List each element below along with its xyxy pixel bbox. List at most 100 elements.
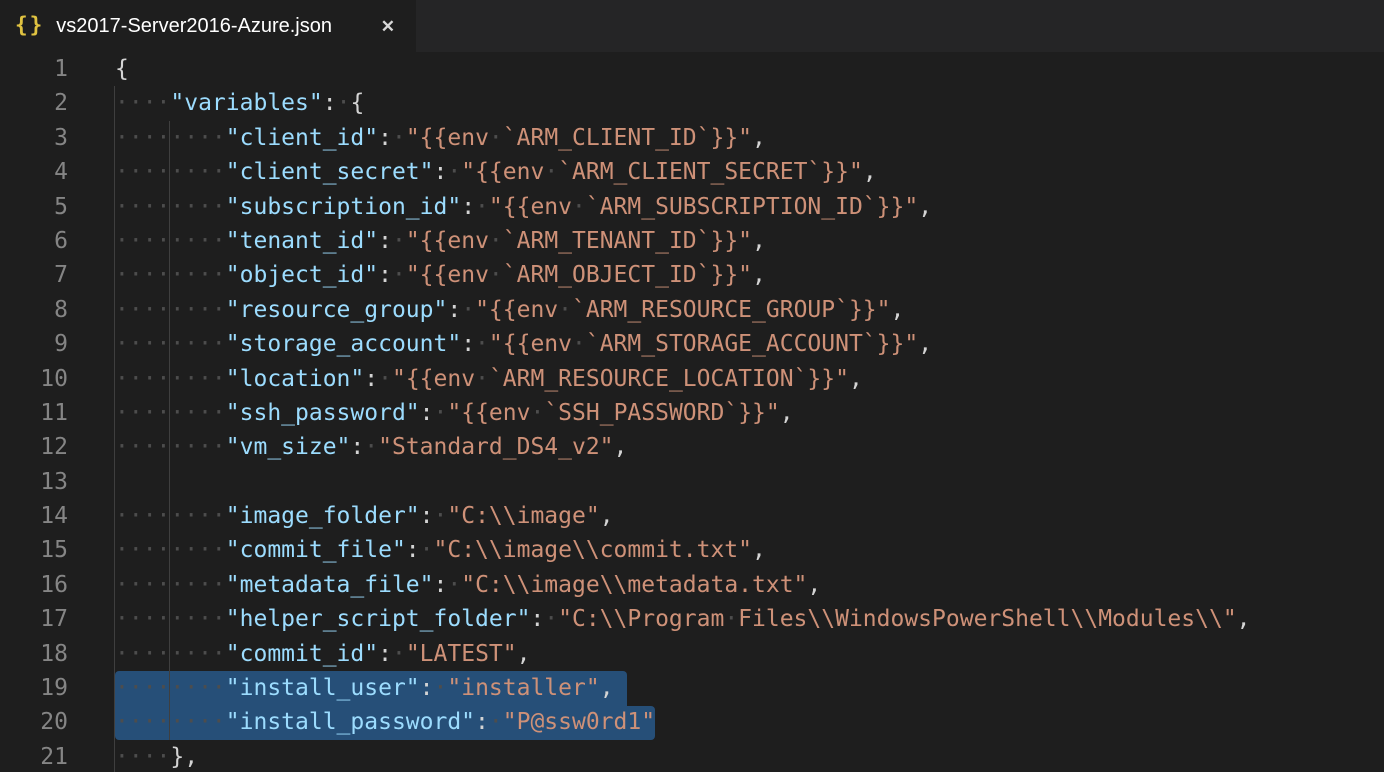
tab-filename: vs2017-Server2016-Azure.json <box>56 15 332 38</box>
line-number: 11 <box>0 396 68 430</box>
code-line[interactable]: 3········"client_id":·"{{env·`ARM_CLIENT… <box>0 121 1384 155</box>
code-line[interactable]: 21····}, <box>0 740 1384 772</box>
editor-tab[interactable]: {} vs2017-Server2016-Azure.json ✕ <box>0 0 416 52</box>
code-text: ········"commit_id":·"LATEST", <box>68 637 530 671</box>
code-lines: 1{2····"variables":·{3········"client_id… <box>0 52 1384 772</box>
whitespace-dots: · <box>447 572 461 598</box>
code-line[interactable]: 13 <box>0 465 1384 499</box>
whitespace-dots: · <box>475 366 489 392</box>
line-number: 4 <box>0 155 68 189</box>
whitespace-dots: · <box>544 606 558 632</box>
code-text: ········"helper_script_folder":·"C:\\Pro… <box>68 602 1251 636</box>
whitespace-dots: · <box>378 366 392 392</box>
whitespace-dots: · <box>434 400 448 426</box>
whitespace-dots: · <box>392 641 406 667</box>
whitespace-dots: · <box>337 90 351 116</box>
line-number: 12 <box>0 430 68 464</box>
line-number: 1 <box>0 52 68 86</box>
whitespace-dots: · <box>572 331 586 357</box>
whitespace-dots: · <box>489 228 503 254</box>
whitespace-dots: ········ <box>115 400 226 426</box>
code-line[interactable]: 20········"install_password":·"P@ssw0rd1… <box>0 705 1384 739</box>
close-icon[interactable]: ✕ <box>378 15 398 38</box>
json-file-icon: {} <box>15 13 44 37</box>
code-text: ········"tenant_id":·"{{env·`ARM_TENANT_… <box>68 224 766 258</box>
code-line[interactable]: 7········"object_id":·"{{env·`ARM_OBJECT… <box>0 258 1384 292</box>
code-line[interactable]: 15········"commit_file":·"C:\\image\\com… <box>0 533 1384 567</box>
code-text: ····"variables":·{ <box>68 86 364 120</box>
whitespace-dots: · <box>544 159 558 185</box>
code-line[interactable]: 2····"variables":·{ <box>0 86 1384 120</box>
code-text: ········"install_user":·"installer", <box>68 671 614 705</box>
whitespace-dots: · <box>489 125 503 151</box>
code-line[interactable]: 9········"storage_account":·"{{env·`ARM_… <box>0 327 1384 361</box>
code-text: ········"client_secret":·"{{env·`ARM_CLI… <box>68 155 877 189</box>
code-line[interactable]: 5········"subscription_id":·"{{env·`ARM_… <box>0 190 1384 224</box>
whitespace-dots: ········ <box>115 228 226 254</box>
code-line[interactable]: 4········"client_secret":·"{{env·`ARM_CL… <box>0 155 1384 189</box>
code-text <box>68 465 115 499</box>
code-line[interactable]: 10········"location":·"{{env·`ARM_RESOUR… <box>0 362 1384 396</box>
line-number: 20 <box>0 705 68 739</box>
code-text: ········"subscription_id":·"{{env·`ARM_S… <box>68 190 932 224</box>
code-text: ········"install_password":·"P@ssw0rd1" <box>68 705 655 739</box>
whitespace-dots: · <box>572 194 586 220</box>
code-line[interactable]: 16········"metadata_file":·"C:\\image\\m… <box>0 568 1384 602</box>
whitespace-dots: ········ <box>115 572 226 598</box>
line-number: 18 <box>0 637 68 671</box>
whitespace-dots: ···· <box>115 744 170 770</box>
code-text: ········"commit_file":·"C:\\image\\commi… <box>68 533 766 567</box>
whitespace-dots: ········ <box>115 503 226 529</box>
whitespace-dots: ········ <box>115 641 226 667</box>
whitespace-dots: · <box>475 331 489 357</box>
whitespace-dots: ········ <box>115 297 226 323</box>
whitespace-dots: ········ <box>115 262 226 288</box>
code-line[interactable]: 6········"tenant_id":·"{{env·`ARM_TENANT… <box>0 224 1384 258</box>
line-number: 21 <box>0 740 68 772</box>
line-number: 13 <box>0 465 68 499</box>
line-number: 7 <box>0 258 68 292</box>
whitespace-dots: ···· <box>115 90 170 116</box>
vscode-window: {} vs2017-Server2016-Azure.json ✕ 1{2···… <box>0 0 1384 772</box>
whitespace-dots: ········ <box>115 331 226 357</box>
whitespace-dots: · <box>392 262 406 288</box>
code-line[interactable]: 11········"ssh_password":·"{{env·`SSH_PA… <box>0 396 1384 430</box>
whitespace-dots: · <box>434 675 448 701</box>
code-text: ····}, <box>68 740 198 772</box>
code-text: ········"resource_group":·"{{env·`ARM_RE… <box>68 293 904 327</box>
whitespace-dots: · <box>558 297 572 323</box>
whitespace-dots: · <box>392 228 406 254</box>
whitespace-dots: · <box>420 537 434 563</box>
code-text: ········"object_id":·"{{env·`ARM_OBJECT_… <box>68 258 766 292</box>
code-text: ········"client_id":·"{{env·`ARM_CLIENT_… <box>68 121 766 155</box>
whitespace-dots: ········ <box>115 366 226 392</box>
whitespace-dots: ········ <box>115 709 226 735</box>
code-line[interactable]: 8········"resource_group":·"{{env·`ARM_R… <box>0 293 1384 327</box>
whitespace-dots: · <box>530 400 544 426</box>
whitespace-dots: · <box>461 297 475 323</box>
whitespace-dots: ········ <box>115 606 226 632</box>
line-number: 9 <box>0 327 68 361</box>
tab-bar: {} vs2017-Server2016-Azure.json ✕ <box>0 0 1384 52</box>
code-text: ········"image_folder":·"C:\\image", <box>68 499 614 533</box>
code-line[interactable]: 19········"install_user":·"installer", <box>0 671 1384 705</box>
whitespace-dots: ········ <box>115 537 226 563</box>
code-line[interactable]: 14········"image_folder":·"C:\\image", <box>0 499 1384 533</box>
code-line[interactable]: 1{ <box>0 52 1384 86</box>
line-number: 8 <box>0 293 68 327</box>
code-line[interactable]: 18········"commit_id":·"LATEST", <box>0 637 1384 671</box>
whitespace-dots: · <box>489 709 503 735</box>
whitespace-dots: · <box>434 503 448 529</box>
code-text: ········"location":·"{{env·`ARM_RESOURCE… <box>68 362 863 396</box>
code-line[interactable]: 12········"vm_size":·"Standard_DS4_v2", <box>0 430 1384 464</box>
whitespace-dots: · <box>392 125 406 151</box>
code-text: { <box>68 52 129 86</box>
line-number: 6 <box>0 224 68 258</box>
code-text: ········"storage_account":·"{{env·`ARM_S… <box>68 327 932 361</box>
whitespace-dots: · <box>489 262 503 288</box>
whitespace-dots: ········ <box>115 159 226 185</box>
code-line[interactable]: 17········"helper_script_folder":·"C:\\P… <box>0 602 1384 636</box>
whitespace-dots: · <box>447 159 461 185</box>
code-text: ········"vm_size":·"Standard_DS4_v2", <box>68 430 627 464</box>
code-editor[interactable]: 1{2····"variables":·{3········"client_id… <box>0 52 1384 772</box>
